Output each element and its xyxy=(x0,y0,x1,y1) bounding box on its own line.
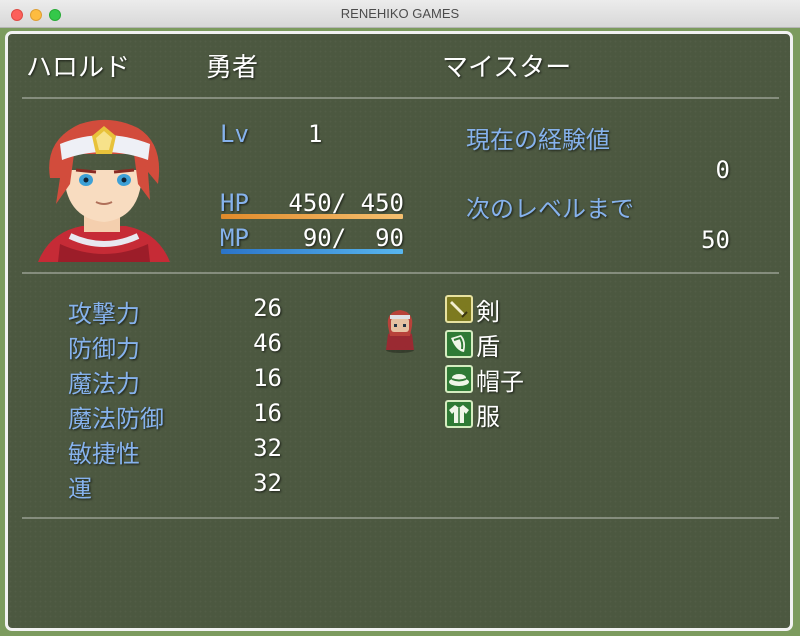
param-agility-value: 32 xyxy=(253,434,282,462)
param-attack-label: 攻撃力 xyxy=(68,300,140,328)
separator-top xyxy=(22,97,779,99)
equip-name-shield: 盾 xyxy=(476,333,500,361)
shield-icon xyxy=(445,330,473,358)
actor-class: 勇者 xyxy=(206,53,259,83)
mp-label: MP xyxy=(220,224,249,252)
param-attack-value: 26 xyxy=(253,294,282,322)
exp-current-value: 0 xyxy=(715,156,730,184)
actor-face-portrait xyxy=(38,119,170,262)
equip-name-body: 服 xyxy=(476,403,500,431)
hp-gauge xyxy=(221,214,403,219)
param-magic-defense-value: 16 xyxy=(253,399,282,427)
actor-name: ハロルド xyxy=(26,53,131,83)
mp-gauge xyxy=(221,249,403,254)
clothes-icon xyxy=(445,400,473,428)
window-title: RENEHIKO GAMES xyxy=(340,6,460,21)
sword-icon xyxy=(445,295,473,323)
actor-nickname: マイスター xyxy=(442,53,572,83)
level-value: 1 xyxy=(308,120,323,148)
app-window: RENEHIKO GAMES ハロルド 勇者 マイスター Lv 1 HP 450… xyxy=(0,0,800,636)
level-label: Lv xyxy=(220,120,249,148)
param-magic-defense-label: 魔法防御 xyxy=(68,405,164,433)
hp-value: 450/ 450 xyxy=(288,189,404,217)
separator-middle xyxy=(22,272,779,274)
separator-bottom xyxy=(22,517,779,519)
param-defense-value: 46 xyxy=(253,329,282,357)
game-canvas: ハロルド 勇者 マイスター Lv 1 HP 450/ 450 MP 90/ 90… xyxy=(0,28,800,636)
hat-icon xyxy=(445,365,473,393)
param-agility-label: 敏捷性 xyxy=(68,440,140,468)
exp-next-value: 50 xyxy=(701,226,730,254)
equip-name-weapon: 剣 xyxy=(476,298,500,326)
mp-value: 90/ 90 xyxy=(288,224,404,252)
status-window: ハロルド 勇者 マイスター Lv 1 HP 450/ 450 MP 90/ 90… xyxy=(5,31,793,631)
hp-label: HP xyxy=(220,189,249,217)
exp-current-label: 現在の経験値 xyxy=(466,126,610,154)
actor-sprite xyxy=(386,310,414,353)
title-bar[interactable]: RENEHIKO GAMES xyxy=(0,0,800,28)
exp-next-label: 次のレベルまで xyxy=(466,195,634,223)
param-luck-label: 運 xyxy=(68,475,92,503)
param-defense-label: 防御力 xyxy=(68,335,140,363)
equip-name-head: 帽子 xyxy=(476,368,524,396)
param-luck-value: 32 xyxy=(253,469,282,497)
param-magic-label: 魔法力 xyxy=(68,370,140,398)
param-magic-value: 16 xyxy=(253,364,282,392)
